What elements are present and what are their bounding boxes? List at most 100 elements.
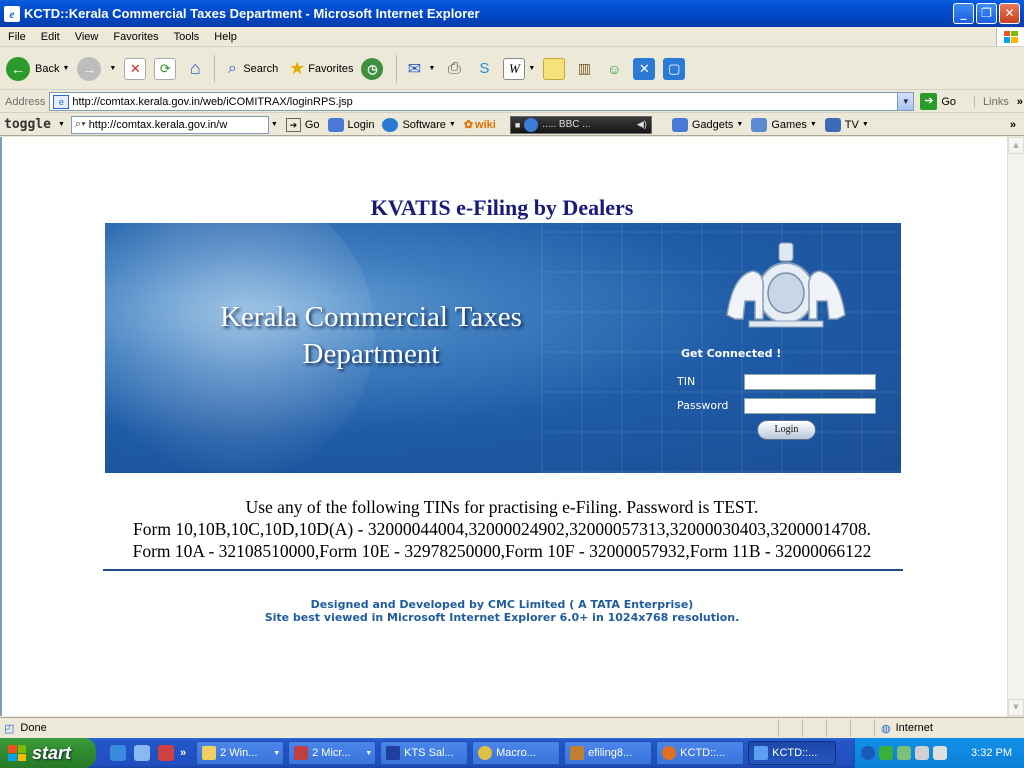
task-button-macro[interactable]: Macro... — [472, 741, 561, 765]
bluetooth-button[interactable]: ✕ — [633, 57, 656, 80]
note-button[interactable] — [543, 57, 566, 80]
restore-button[interactable]: ❐ — [976, 3, 997, 24]
tray-network-icon[interactable] — [915, 746, 929, 760]
games-button[interactable]: Games ▼ — [751, 117, 817, 132]
tin-field[interactable] — [744, 374, 876, 390]
menu-view[interactable]: View — [67, 31, 106, 43]
menu-edit[interactable]: Edit — [33, 31, 67, 43]
chevron-down-icon[interactable]: ▼ — [736, 121, 743, 128]
start-button[interactable]: start — [0, 738, 96, 768]
chevron-right-icon[interactable]: » — [180, 747, 186, 759]
mail-button[interactable]: ✉ ▼ — [403, 58, 436, 80]
games-label: Games — [771, 118, 807, 131]
menu-file[interactable]: File — [0, 31, 33, 43]
wiki-button[interactable]: ✿ wiki — [464, 118, 496, 132]
links-button[interactable]: Links — [974, 95, 1009, 108]
tray-shield-icon[interactable] — [879, 746, 893, 760]
chevron-right-icon[interactable]: » — [1017, 96, 1023, 108]
chevron-down-icon[interactable]: ▼ — [862, 121, 869, 128]
menu-help[interactable]: Help — [206, 31, 244, 43]
task-button-microsoft[interactable]: 2 Micr... ▼ — [288, 741, 377, 765]
home-button[interactable]: ⌂ — [184, 58, 206, 80]
print-button[interactable]: ⎙ — [443, 58, 465, 80]
app-icon — [386, 746, 401, 760]
login-icon — [327, 117, 344, 132]
refresh-button[interactable]: ⟳ — [154, 57, 177, 80]
chevron-right-icon[interactable]: » — [1010, 119, 1016, 131]
clock[interactable]: 3:32 PM — [971, 747, 1012, 759]
favorites-button[interactable]: ★ Favorites — [286, 58, 353, 80]
menu-favorites[interactable]: Favorites — [105, 31, 165, 43]
go-button[interactable]: ➔ Go — [920, 93, 956, 110]
scroll-up-arrow-icon[interactable]: ▲ — [1008, 137, 1024, 154]
system-tray: 3:32 PM — [854, 738, 1024, 768]
tray-check-icon[interactable] — [897, 746, 911, 760]
address-url[interactable]: http://comtax.kerala.gov.in/web/iCOMITRA… — [72, 96, 897, 108]
scroll-down-arrow-icon[interactable]: ▼ — [1008, 699, 1024, 716]
gadgets-label: Gadgets — [691, 118, 734, 131]
page-done-icon: ◰ — [4, 722, 15, 735]
tv-button[interactable]: TV ▼ — [824, 117, 869, 132]
back-button[interactable]: ← Back ▼ — [6, 56, 69, 81]
task-label: KCTD::... — [680, 747, 726, 759]
address-input[interactable]: e http://comtax.kerala.gov.in/web/iCOMIT… — [49, 92, 915, 111]
chevron-down-icon[interactable]: ▼ — [897, 93, 914, 110]
toolbar-go-button[interactable]: ➔ Go — [285, 117, 320, 132]
stop-button[interactable]: ✕ — [124, 57, 147, 80]
task-button-kctd-firefox[interactable]: KCTD::... — [656, 741, 745, 765]
chevron-down-icon[interactable]: ▼ — [58, 121, 65, 128]
edit-button[interactable]: W ▼ — [503, 57, 535, 80]
history-button[interactable]: ◷ — [361, 57, 388, 80]
stop-icon: ✕ — [124, 57, 147, 80]
notice-line-1: Use any of the following TINs for practi… — [245, 497, 759, 517]
play-icon[interactable] — [524, 117, 539, 132]
messenger-button[interactable]: S — [473, 58, 495, 80]
back-label: Back — [35, 62, 60, 75]
task-button-kctd-ie[interactable]: KCTD::... — [748, 741, 837, 765]
tray-volume-icon[interactable] — [933, 746, 947, 760]
word-edit-icon: W — [503, 57, 526, 80]
explorer-quicklaunch-icon[interactable] — [134, 745, 150, 761]
media-quicklaunch-icon[interactable] — [158, 745, 174, 761]
forward-button[interactable]: → ▼ — [77, 56, 116, 81]
tools-button[interactable]: ▢ — [663, 57, 686, 80]
horizontal-divider — [103, 569, 903, 571]
chevron-down-icon[interactable]: ▼ — [810, 121, 817, 128]
taskbar: start » 2 Win... ▼ 2 Micr... ▼ KTS Sal..… — [0, 738, 1024, 768]
task-button-windows[interactable]: 2 Win... ▼ — [196, 741, 285, 765]
radio-player[interactable]: ■ ..... BBC ... ◀) — [509, 115, 652, 134]
chevron-down-icon[interactable]: ▼ — [62, 65, 69, 72]
password-field[interactable] — [744, 398, 876, 414]
software-button[interactable]: Software ▼ — [382, 117, 456, 132]
task-button-efiling[interactable]: efiling8... — [564, 741, 653, 765]
search-button[interactable]: ⌕ Search — [221, 58, 278, 80]
chevron-down-icon[interactable]: ▼ — [449, 121, 456, 128]
msn-button[interactable]: ☺ — [603, 58, 625, 80]
toggle-button[interactable]: toggle — [4, 117, 51, 132]
status-done: ◰ Done — [0, 722, 778, 735]
address-label: Address — [5, 95, 46, 108]
toolbar-search-input[interactable]: ⌕▾ http://comtax.kerala.gov.in/w — [70, 115, 269, 134]
menu-tools[interactable]: Tools — [166, 31, 207, 43]
task-button-kts[interactable]: KTS Sal... — [380, 741, 469, 765]
tray-expand-icon[interactable] — [861, 746, 875, 760]
login-button[interactable]: Login — [327, 117, 374, 132]
vertical-scrollbar[interactable]: ▲ ▼ — [1007, 137, 1024, 716]
login-submit-button[interactable]: Login — [757, 420, 816, 440]
gadgets-button[interactable]: Gadgets ▼ — [671, 117, 743, 132]
chevron-down-icon[interactable]: ▼ — [109, 65, 116, 72]
stop-square-icon[interactable]: ■ — [515, 120, 520, 130]
chevron-down-icon[interactable]: ▼ — [271, 121, 278, 128]
research-button[interactable]: ▥ — [573, 58, 595, 80]
department-name: Kerala Commercial Taxes Department — [185, 299, 557, 373]
ie-quicklaunch-icon[interactable] — [110, 745, 126, 761]
chevron-down-icon[interactable]: ▼ — [528, 65, 535, 72]
chevron-down-icon[interactable]: ▼ — [428, 65, 435, 72]
extra-toolbar: toggle ▼ ⌕▾ http://comtax.kerala.gov.in/… — [0, 114, 1024, 136]
toolbar-search-value[interactable]: http://comtax.kerala.gov.in/w — [89, 119, 228, 131]
minimize-button[interactable]: _ — [953, 3, 974, 24]
volume-icon[interactable]: ◀) — [637, 119, 647, 130]
close-button[interactable]: ✕ — [999, 3, 1020, 24]
chevron-down-icon: ▼ — [273, 749, 281, 757]
games-icon — [751, 117, 768, 132]
